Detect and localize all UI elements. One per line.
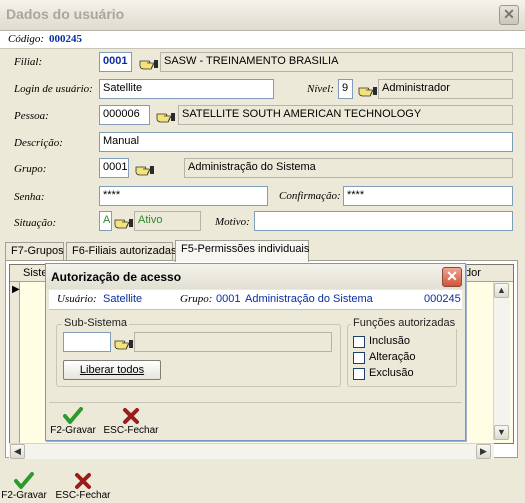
tab-permissoes-individuais[interactable]: F5-Permissões individuais xyxy=(175,240,309,262)
subsistema-legend: Sub-Sistema xyxy=(62,317,129,329)
filial-name-field: SASW - TREINAMENTO BRASILIA xyxy=(160,52,513,72)
code-label: Código: xyxy=(8,33,45,45)
dialog-grupo-label: Grupo: xyxy=(180,293,213,305)
tab-bar: F7-Grupos F6-Filiais autorizadas F5-Perm… xyxy=(5,240,518,262)
inclusao-label: Inclusão xyxy=(369,335,410,347)
motivo-field[interactable] xyxy=(254,211,513,231)
scroll-left-icon[interactable]: ◀ xyxy=(10,444,25,459)
tab-filiais-autorizadas[interactable]: F6-Filiais autorizadas xyxy=(66,242,177,261)
dialog-titlebar: Autorização de acesso ✕ xyxy=(46,264,465,289)
grid-col-right: dor xyxy=(465,267,481,279)
dialog-grupo-name: Administração do Sistema xyxy=(245,293,373,305)
alteracao-checkbox-box[interactable] xyxy=(353,352,365,364)
confirmacao-field[interactable]: **** xyxy=(343,186,513,206)
checkbox-alteracao[interactable]: Alteração xyxy=(353,351,453,365)
descricao-field[interactable]: Manual xyxy=(99,132,513,152)
row-indicator-column: ▶ xyxy=(10,282,20,443)
nivel-name-field: Administrador xyxy=(378,79,513,99)
close-label: ESC-Fechar xyxy=(55,490,111,501)
checkbox-exclusao[interactable]: Exclusão xyxy=(353,367,453,381)
checkbox-inclusao[interactable]: Inclusão xyxy=(353,335,453,349)
login-label: Login de usuário: xyxy=(14,83,93,95)
dialog-separator xyxy=(49,402,462,403)
dialog-usuario-value: Satellite xyxy=(103,293,143,305)
close-button[interactable]: ESC-Fechar xyxy=(55,472,111,502)
dialog-save-button[interactable]: F2-Gravar xyxy=(49,407,97,439)
filial-code-field[interactable]: 0001 xyxy=(99,52,132,72)
senha-field[interactable]: **** xyxy=(99,186,268,206)
inclusao-checkbox-box[interactable] xyxy=(353,336,365,348)
lookup-hand-icon[interactable] xyxy=(139,56,159,70)
subsistema-code-field[interactable] xyxy=(63,332,111,352)
check-icon xyxy=(0,472,48,490)
dialog-save-label: F2-Gravar xyxy=(50,425,96,436)
horizontal-scrollbar[interactable]: ◀ ▶ xyxy=(9,443,494,459)
pessoa-name-field: SATELLITE SOUTH AMERICAN TECHNOLOGY xyxy=(178,105,513,125)
situacao-name-field: Ativo xyxy=(134,211,201,231)
window-title: Dados do usuário xyxy=(6,6,125,22)
scroll-down-icon[interactable]: ▼ xyxy=(494,425,509,440)
situacao-code-field[interactable]: A xyxy=(99,211,112,231)
lookup-hand-icon[interactable] xyxy=(135,162,155,176)
dialog-close-action-button[interactable]: ESC-Fechar xyxy=(103,407,159,439)
window-close-button[interactable]: ✕ xyxy=(499,5,519,25)
x-icon xyxy=(55,472,111,490)
x-icon xyxy=(103,407,159,425)
scroll-right-icon[interactable]: ▶ xyxy=(476,444,491,459)
funcoes-legend: Funções autorizadas xyxy=(351,317,458,329)
pessoa-code-field[interactable]: 000006 xyxy=(99,105,150,125)
dialog-close-label: ESC-Fechar xyxy=(103,425,159,436)
senha-label: Senha: xyxy=(14,191,45,203)
dialog-grupo-code: 0001 xyxy=(216,293,241,305)
pessoa-label: Pessoa: xyxy=(14,110,49,122)
current-row-arrow-icon: ▶ xyxy=(12,284,20,295)
motivo-label: Motivo: xyxy=(215,216,250,228)
lookup-hand-icon[interactable] xyxy=(114,336,134,350)
liberar-todos-button[interactable]: Liberar todos xyxy=(63,360,161,380)
dialog-close-button[interactable]: ✕ xyxy=(442,267,462,287)
dialog-usuario-label: Usuário: xyxy=(57,293,97,305)
check-icon xyxy=(49,407,97,425)
alteracao-label: Alteração xyxy=(369,351,416,363)
situacao-label: Situação: xyxy=(14,217,57,229)
login-field[interactable]: Satellite xyxy=(99,79,274,99)
code-bar: Código: 000245 xyxy=(0,31,525,49)
lookup-hand-icon[interactable] xyxy=(156,109,176,123)
tab-grupos[interactable]: F7-Grupos xyxy=(5,242,64,261)
grupo-code-field[interactable]: 0001 xyxy=(99,158,129,178)
lookup-hand-icon[interactable] xyxy=(358,83,378,97)
grid-col-left: Siste xyxy=(23,267,48,279)
lookup-hand-icon[interactable] xyxy=(114,215,134,229)
dialog-title: Autorização de acesso xyxy=(51,270,182,284)
save-label: F2-Gravar xyxy=(1,490,47,501)
vertical-scrollbar[interactable]: ▲ ▼ xyxy=(493,282,510,440)
exclusao-checkbox-box[interactable] xyxy=(353,368,365,380)
nivel-label: Nível: xyxy=(307,83,334,95)
liberar-todos-label: Liberar todos xyxy=(79,364,145,376)
filial-label: Filial: xyxy=(14,56,43,68)
dialog-info-bar: Usuário: Satellite Grupo: 0001 Administr… xyxy=(49,290,462,310)
confirmacao-label: Confirmação: xyxy=(279,190,341,202)
dialog-code: 000245 xyxy=(424,293,461,305)
scroll-up-icon[interactable]: ▲ xyxy=(494,283,509,298)
window-titlebar: Dados do usuário ✕ xyxy=(0,0,525,31)
descricao-label: Descrição: xyxy=(14,137,63,149)
code-value: 000245 xyxy=(49,33,82,45)
subsistema-name-field xyxy=(134,332,332,352)
access-authorization-dialog: Autorização de acesso ✕ Usuário: Satelli… xyxy=(45,263,466,441)
save-button[interactable]: F2-Gravar xyxy=(0,472,48,502)
nivel-field[interactable]: 9 xyxy=(338,79,353,99)
grupo-label: Grupo: xyxy=(14,163,47,175)
exclusao-label: Exclusão xyxy=(369,367,414,379)
grupo-name-field: Administração do Sistema xyxy=(184,158,513,178)
